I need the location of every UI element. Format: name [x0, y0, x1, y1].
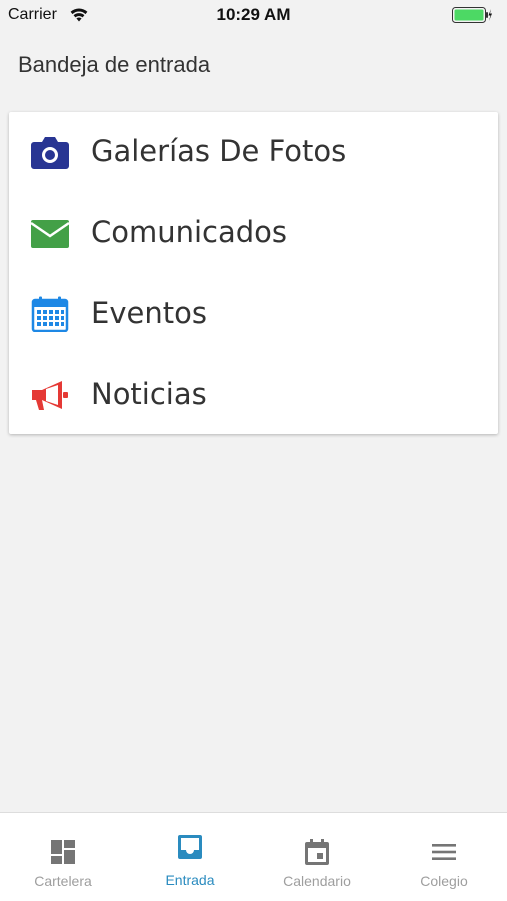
calendar-icon — [305, 839, 329, 865]
tab-label: Calendario — [283, 873, 351, 889]
camera-icon — [31, 137, 69, 169]
menu-item-label: Galerías De Fotos — [91, 134, 347, 168]
tab-label: Entrada — [165, 872, 215, 888]
menu-item-label: Eventos — [91, 296, 207, 330]
menu-item-eventos[interactable]: Eventos — [9, 274, 498, 354]
tab-calendario[interactable]: Calendario — [254, 813, 380, 901]
tab-cartelera[interactable]: Cartelera — [0, 813, 126, 901]
page-title: Bandeja de entrada — [18, 52, 211, 77]
menu-item-noticias[interactable]: Noticias — [9, 355, 498, 435]
tab-colegio[interactable]: Colegio — [381, 813, 507, 901]
menu-item-comunicados[interactable]: Comunicados — [9, 193, 498, 273]
menu-item-galerias[interactable]: Galerías De Fotos — [9, 112, 498, 192]
battery-charging-icon — [452, 7, 492, 23]
tab-entrada[interactable]: Entrada — [127, 813, 253, 901]
dashboard-icon — [51, 840, 75, 864]
megaphone-icon — [32, 381, 68, 410]
calendar-icon — [31, 296, 69, 332]
envelope-icon — [30, 220, 70, 248]
menu-icon — [432, 844, 456, 860]
status-bar: Carrier 10:29 AM — [0, 0, 507, 30]
menu-card: Galerías De Fotos Comunicados Eventos No… — [9, 112, 498, 434]
tab-label: Cartelera — [34, 873, 92, 889]
tab-bar: Cartelera Entrada Calendario Colegio — [0, 812, 507, 901]
menu-item-label: Comunicados — [91, 215, 288, 249]
inbox-icon — [178, 835, 202, 859]
tab-label: Colegio — [420, 873, 468, 889]
menu-item-label: Noticias — [91, 377, 207, 411]
status-time: 10:29 AM — [216, 5, 291, 24]
